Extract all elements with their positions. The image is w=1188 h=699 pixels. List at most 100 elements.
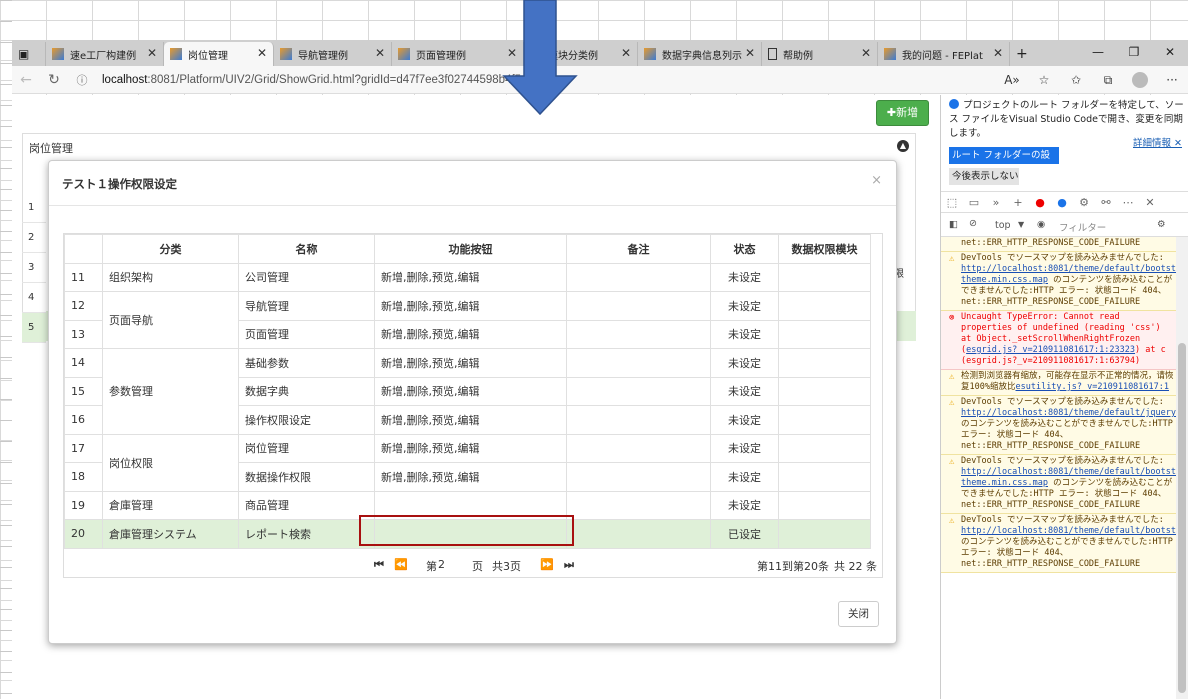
- close-tab-icon[interactable]: ✕: [375, 46, 385, 60]
- row-number[interactable]: 3: [22, 253, 46, 283]
- refresh-icon[interactable]: ↻: [40, 72, 68, 88]
- column-header[interactable]: 功能按钮: [374, 234, 567, 264]
- tab-label: 我的问题 - FEPlat: [902, 50, 983, 62]
- add-tab-icon[interactable]: +: [1007, 196, 1029, 209]
- issues-icon[interactable]: ●: [1051, 196, 1073, 209]
- table-row[interactable]: 12 页面导航 导航管理 新增,删除,预览,编辑 未设定: [64, 291, 871, 349]
- settings-gear-icon[interactable]: ⚙: [1073, 196, 1095, 209]
- source-link[interactable]: esgrid.js?_v=210911081617:1:23323: [966, 345, 1135, 355]
- more-icon[interactable]: ···: [1156, 73, 1188, 87]
- info-icon[interactable]: ⓘ: [68, 72, 96, 88]
- row-number[interactable]: 1: [22, 193, 46, 223]
- table-row[interactable]: 14 参数管理 基础参数 新增,删除,预览,编辑 未设定: [64, 348, 871, 435]
- connection-icon[interactable]: ⚯: [1095, 196, 1117, 209]
- prev-page-icon[interactable]: ⏪: [394, 558, 408, 571]
- close-devtools-icon[interactable]: ✕: [1139, 196, 1161, 209]
- close-icon[interactable]: ×: [871, 173, 882, 188]
- column-header[interactable]: 名称: [238, 234, 375, 264]
- url-field[interactable]: localhost:8081/Platform/UIV2/Grid/ShowGr…: [102, 74, 521, 86]
- close-button[interactable]: 关闭: [838, 601, 879, 627]
- dont-show-again-button[interactable]: 今後表示しない: [949, 168, 1019, 185]
- close-tab-icon[interactable]: ✕: [861, 46, 871, 60]
- close-window-button[interactable]: ✕: [1152, 40, 1188, 64]
- add-button[interactable]: ✚新增: [876, 100, 929, 126]
- page-icon: [768, 48, 777, 60]
- console-scrollbar[interactable]: [1176, 237, 1188, 699]
- console-message[interactable]: ⚠ DevTools でソースマップを読み込みませんでした: http://loc…: [941, 396, 1177, 455]
- cell-no: 13: [64, 319, 103, 349]
- first-page-icon[interactable]: ⏮: [374, 558, 384, 572]
- cell-buttons: 新增,删除,预览,编辑: [374, 405, 567, 435]
- cell-buttons: 新增,删除,预览,编辑: [374, 433, 567, 463]
- cell-category: 岗位权限: [102, 433, 239, 492]
- close-tab-icon[interactable]: ✕: [621, 46, 631, 60]
- console-settings-icon[interactable]: ⚙: [1157, 219, 1166, 230]
- close-tab-icon[interactable]: ✕: [745, 46, 755, 60]
- new-tab-button[interactable]: +: [1010, 42, 1036, 66]
- cell-buttons: 新增,删除,预览,编辑: [374, 376, 567, 406]
- learn-more-link[interactable]: 詳細情報 ✕: [1133, 135, 1182, 149]
- close-tab-icon[interactable]: ✕: [147, 46, 157, 60]
- last-page-icon[interactable]: ⏭: [564, 558, 574, 572]
- table-row[interactable]: 17 岗位权限 岗位管理 新增,删除,预览,编辑 未设定: [64, 433, 871, 492]
- live-expression-icon[interactable]: ◉: [1037, 219, 1045, 230]
- minimize-button[interactable]: —: [1080, 40, 1116, 64]
- tab-2[interactable]: 岗位管理 ✕: [164, 42, 274, 66]
- console-message[interactable]: ⚠ DevTools でソースマップを読み込みませんでした: http://loc…: [941, 514, 1177, 573]
- tab-1[interactable]: 速e工厂构建例 ✕: [46, 42, 164, 66]
- cell-module: [778, 519, 871, 549]
- inspect-icon[interactable]: ⬚: [941, 196, 963, 209]
- filter-input[interactable]: フィルター: [1059, 220, 1106, 234]
- console-message[interactable]: ⚠ DevTools でソースマップを読み込みませんでした: http://loc…: [941, 455, 1177, 514]
- sidebar-toggle-icon[interactable]: ◧: [949, 219, 958, 230]
- devtools-toolbar: ⬚ ▭ » + ● ● ⚙ ⚯ ⋯ ✕: [941, 191, 1188, 213]
- favorite-add-icon[interactable]: ☆: [1028, 73, 1060, 87]
- more-tabs-icon[interactable]: »: [985, 196, 1007, 209]
- profile-avatar[interactable]: [1124, 72, 1156, 88]
- source-link[interactable]: esutility.js?_v=210911081617:1: [1015, 382, 1169, 392]
- tab-actions-button[interactable]: ▣: [12, 42, 46, 66]
- console-message[interactable]: ⚠ 检测到浏览器有缩放，可能存在显示不正常的情况，请恢复100%缩放比esutil…: [941, 370, 1177, 396]
- error-count-icon[interactable]: ●: [1029, 196, 1051, 209]
- source-link[interactable]: http://localhost:8081/theme/default/jque…: [961, 408, 1177, 418]
- row-number[interactable]: 5: [22, 313, 46, 343]
- tab-8[interactable]: 我的问题 - FEPlat ✕: [878, 42, 1010, 66]
- console-message[interactable]: net::ERR_HTTP_RESPONSE_CODE_FAILURE: [941, 237, 1177, 252]
- maximize-button[interactable]: ❐: [1116, 40, 1152, 64]
- set-root-folder-button[interactable]: ルート フォルダーの設定: [949, 147, 1059, 178]
- cell-remark: [566, 291, 711, 321]
- close-tab-icon[interactable]: ✕: [257, 46, 267, 60]
- read-aloud-icon[interactable]: A»: [996, 73, 1028, 87]
- pager-page-input[interactable]: 2: [438, 558, 445, 571]
- address-bar: ← ↻ ⓘ localhost:8081/Platform/UIV2/Grid/…: [12, 66, 1188, 94]
- device-icon[interactable]: ▭: [963, 196, 985, 209]
- column-header[interactable]: [64, 234, 103, 264]
- column-header[interactable]: 状态: [710, 234, 779, 264]
- tab-3[interactable]: 导航管理例 ✕: [274, 42, 392, 66]
- context-select[interactable]: top: [995, 220, 1011, 231]
- back-icon[interactable]: ←: [12, 72, 40, 88]
- row-number[interactable]: 2: [22, 223, 46, 253]
- cell-no: 12: [64, 291, 103, 321]
- pager-total: 共 22 条: [834, 560, 877, 573]
- more-options-icon[interactable]: ⋯: [1117, 196, 1139, 209]
- collections-icon[interactable]: ⧉: [1092, 73, 1124, 88]
- source-link[interactable]: http://localhost:8081/theme/default/boot…: [961, 526, 1177, 536]
- close-tab-icon[interactable]: ✕: [993, 46, 1003, 60]
- console-message[interactable]: ⚠ DevTools でソースマップを読み込みませんでした: http://loc…: [941, 252, 1177, 311]
- next-page-icon[interactable]: ⏩: [540, 558, 554, 571]
- column-header[interactable]: 备注: [566, 234, 711, 264]
- pager-page-prefix: 第: [426, 560, 437, 573]
- cell-buttons: 新增,删除,预览,编辑: [374, 319, 567, 349]
- row-number[interactable]: 4: [22, 283, 46, 313]
- collapse-up-icon[interactable]: ▲: [897, 140, 909, 152]
- console-message[interactable]: ⊗ Uncaught TypeError: Cannot read propert…: [941, 311, 1177, 370]
- clear-console-icon[interactable]: ⊘: [969, 218, 977, 229]
- favorites-icon[interactable]: ✩: [1060, 73, 1092, 87]
- column-header[interactable]: 数据权限模块: [778, 234, 871, 264]
- column-header[interactable]: 分类: [102, 234, 239, 264]
- cell-status: 未设定: [710, 462, 779, 492]
- table-row[interactable]: 11 组织架构 公司管理 新增,删除,预览,编辑 未设定: [64, 262, 871, 292]
- tab-7[interactable]: 帮助例 ✕: [762, 42, 878, 66]
- tab-6[interactable]: 数据字典信息列示 ✕: [638, 42, 762, 66]
